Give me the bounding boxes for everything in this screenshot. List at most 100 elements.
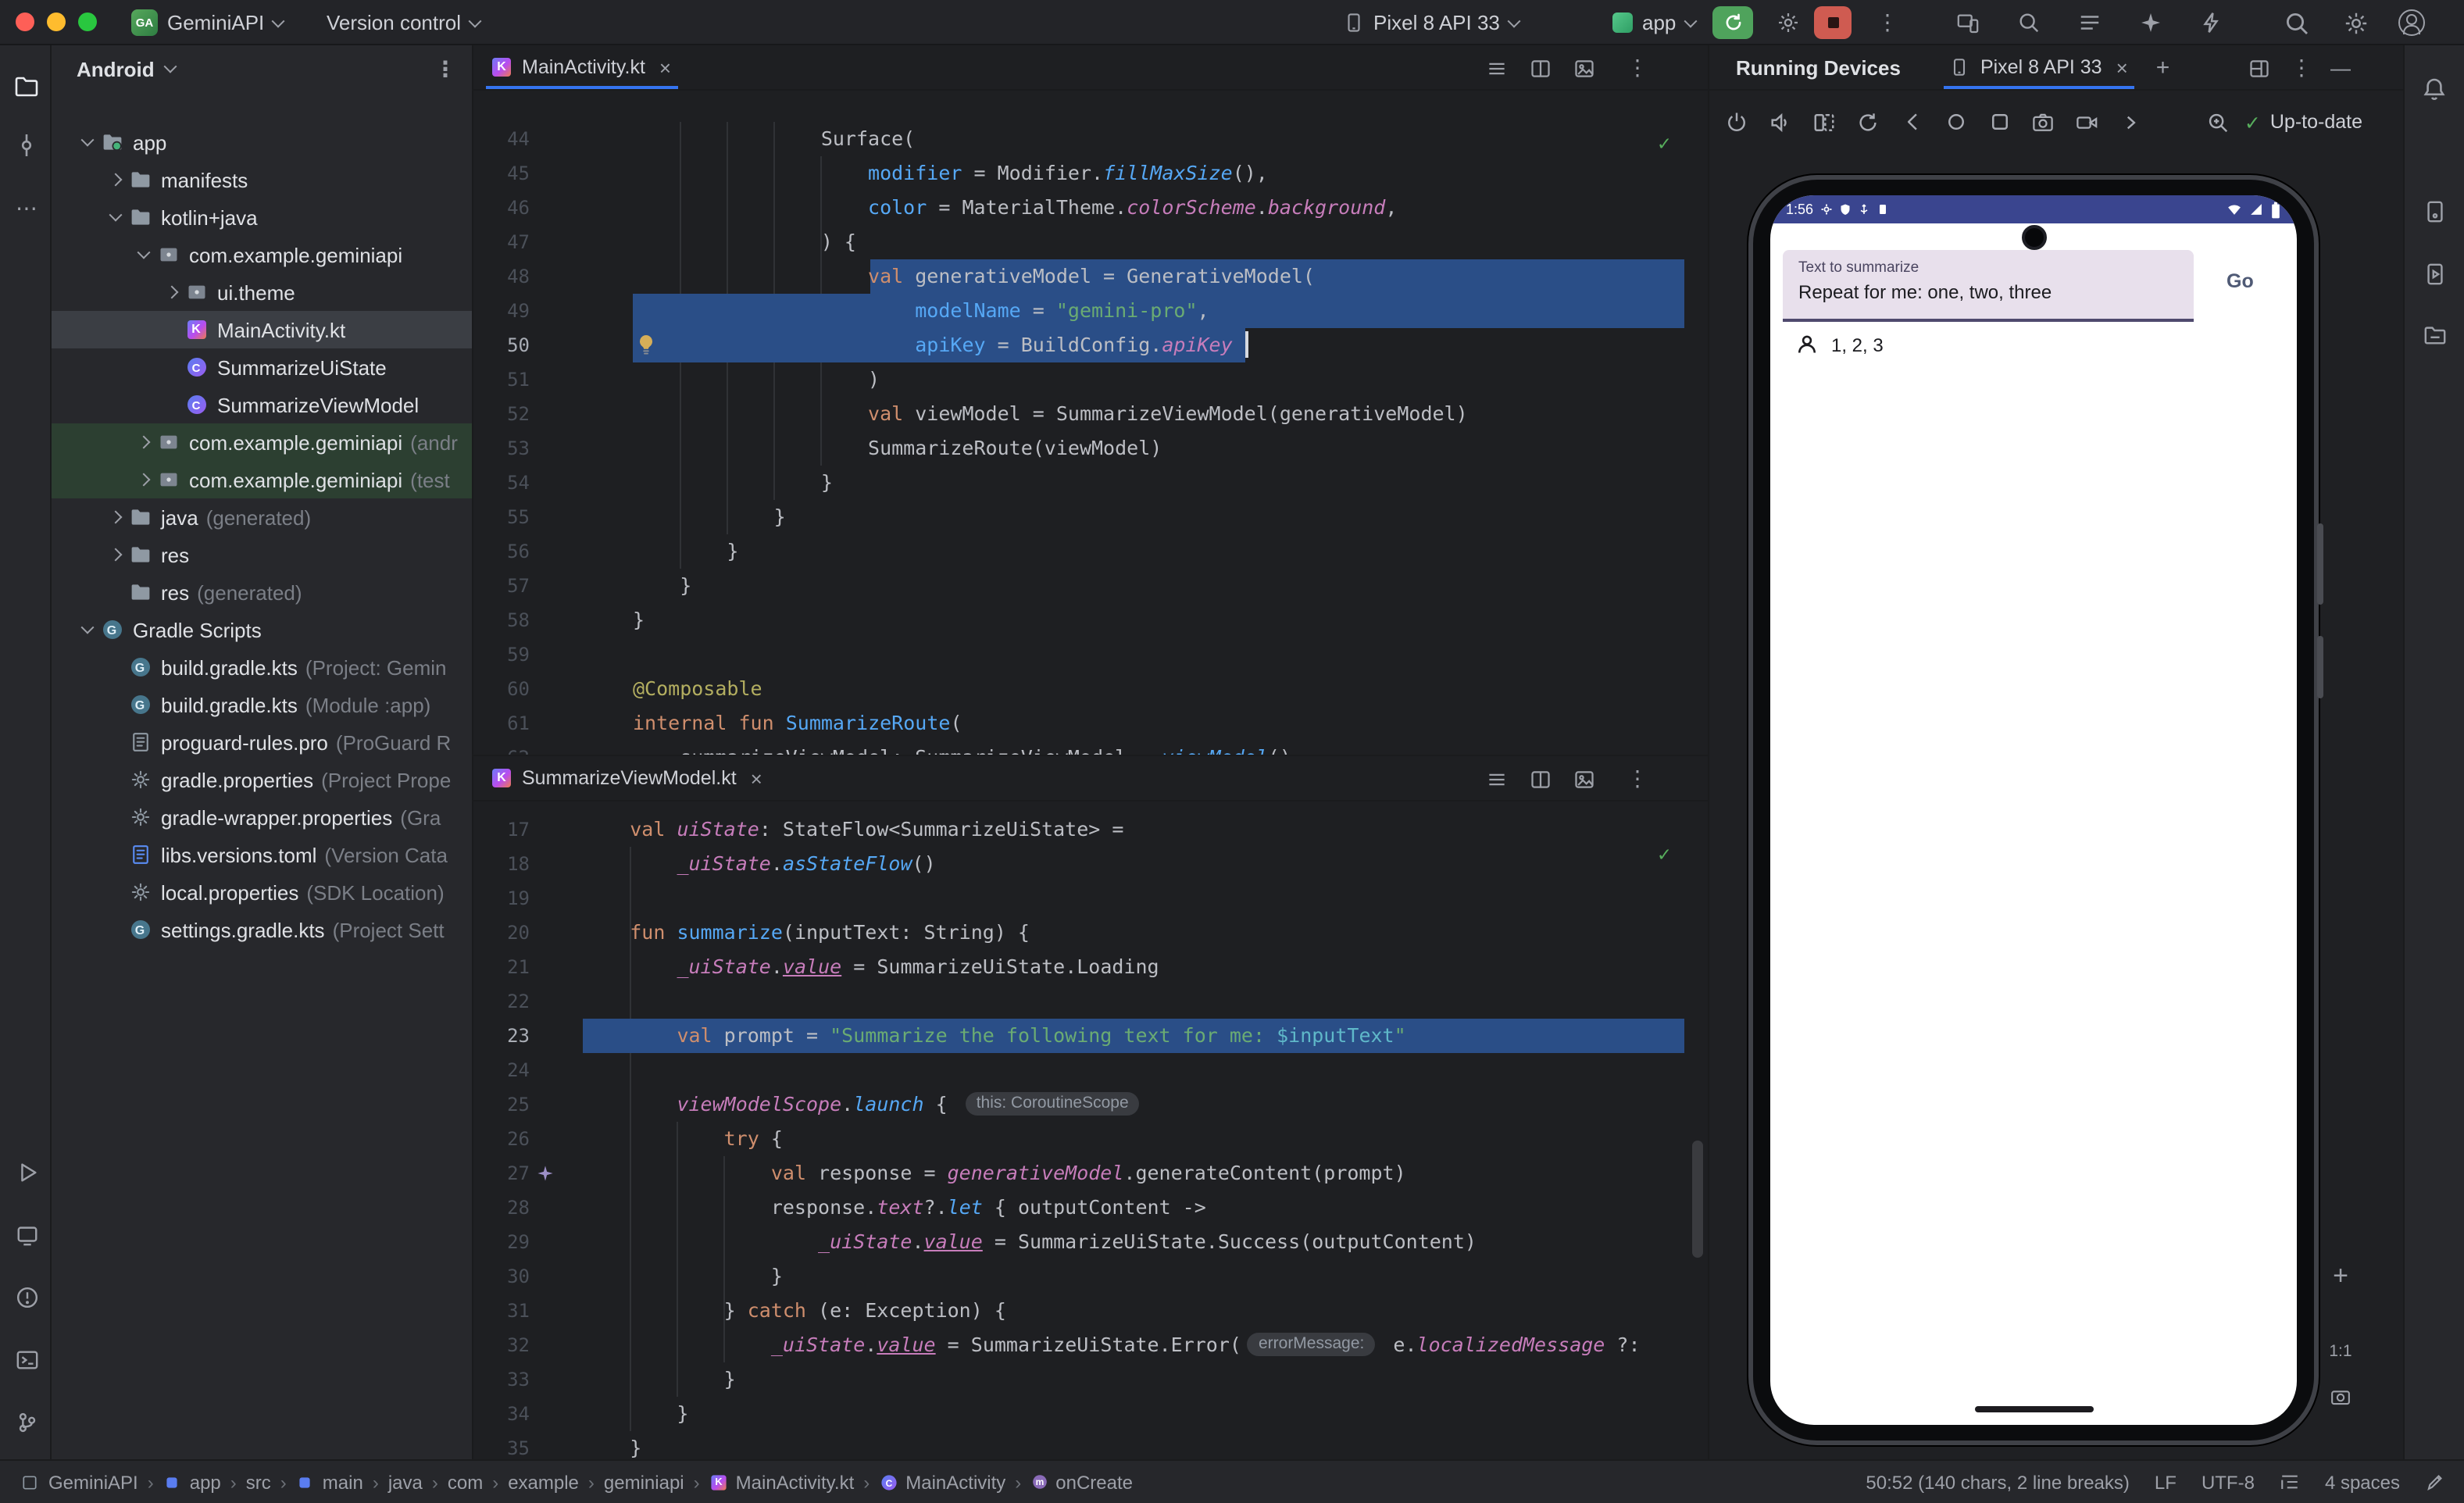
code-line-32[interactable]: 32 _uiState.value = SummarizeUiState.Err… [473, 1328, 1689, 1362]
chevron-right-icon[interactable] [102, 175, 128, 184]
line-number[interactable]: 30 [473, 1259, 530, 1294]
code-line-53[interactable]: 53 SummarizeRoute(viewModel) [473, 431, 1689, 466]
line-number[interactable]: 22 [473, 984, 530, 1019]
record-icon[interactable] [2073, 109, 2100, 135]
chevron-right-icon[interactable] [130, 475, 156, 484]
line-number[interactable]: 49 [473, 294, 530, 328]
panel-more-icon[interactable]: ⋮ [2284, 45, 2319, 91]
project-folder-icon[interactable] [11, 70, 42, 102]
home-icon[interactable] [1942, 109, 1969, 135]
code-line-20[interactable]: 20 fun summarize(inputText: String) { [473, 916, 1689, 950]
search-actions-icon[interactable] [2009, 0, 2047, 45]
editor-more-icon[interactable]: ⋮ [1620, 756, 1655, 801]
tree-item-gradle-properties[interactable]: gradle.properties(Project Prope [52, 761, 472, 798]
code-line-26[interactable]: 26 try { [473, 1122, 1689, 1156]
device-explorer-icon[interactable] [2419, 319, 2450, 350]
code-line-62[interactable]: 62 summarizeViewModel: SummarizeViewMode… [473, 741, 1689, 755]
tree-item-summarizeuistate[interactable]: CSummarizeUiState [52, 348, 472, 386]
line-number[interactable]: 48 [473, 259, 530, 294]
line-number[interactable]: 34 [473, 1397, 530, 1431]
zoom-window-button[interactable] [78, 12, 97, 31]
layout-options-icon[interactable] [2242, 45, 2277, 91]
line-number[interactable]: 60 [473, 672, 530, 706]
code-line-35[interactable]: 35 } [473, 1431, 1689, 1459]
gear-icon[interactable] [1769, 0, 1806, 45]
device-screen[interactable]: 1:56 Text to summarize Repeat for me: on… [1770, 195, 2297, 1425]
intention-bulb-icon[interactable] [636, 333, 656, 358]
running-devices-icon[interactable] [2419, 258, 2450, 289]
tree-item-kotlin-java[interactable]: kotlin+java [52, 198, 472, 236]
code-line-57[interactable]: 57 } [473, 569, 1689, 603]
search-everywhere-icon[interactable] [2278, 0, 2316, 45]
volume-icon[interactable] [1767, 109, 1794, 135]
tree-item-build-gradle-kts[interactable]: Gbuild.gradle.kts(Project: Gemin [52, 648, 472, 686]
code-line-23[interactable]: 23 val prompt = "Summarize the following… [473, 1019, 1689, 1053]
breadcrumb-item-oncreate[interactable]: monCreate [1030, 1471, 1133, 1493]
code-line-55[interactable]: 55 } [473, 500, 1689, 534]
breadcrumb-item-mainactivity[interactable]: CMainActivity [879, 1471, 1005, 1493]
chevron-right-icon[interactable] [130, 437, 156, 447]
line-number[interactable]: 52 [473, 397, 530, 431]
preview-image-icon[interactable] [1567, 45, 1602, 91]
line-number[interactable]: 35 [473, 1431, 530, 1459]
line-number[interactable]: 45 [473, 156, 530, 191]
line-number[interactable]: 56 [473, 534, 530, 569]
encoding-widget[interactable]: UTF-8 [2202, 1471, 2255, 1493]
tree-item-summarizeviewmodel[interactable]: CSummarizeViewModel [52, 386, 472, 423]
inspections-check-icon[interactable]: ✓ [1658, 128, 1670, 162]
code-line-25[interactable]: 25 viewModelScope.launch { this: Corouti… [473, 1087, 1689, 1122]
overview-icon[interactable] [1986, 109, 2012, 135]
run-configuration-selector[interactable]: app [1612, 0, 1694, 45]
code-line-49[interactable]: 49 modelName = "gemini-pro", [473, 294, 1689, 328]
line-number[interactable]: 57 [473, 569, 530, 603]
list-icon[interactable] [1480, 45, 1514, 91]
line-number[interactable]: 46 [473, 191, 530, 225]
breadcrumb-item-app[interactable]: app [163, 1471, 221, 1493]
line-number[interactable]: 32 [473, 1328, 530, 1362]
tree-item-java[interactable]: java(generated) [52, 498, 472, 536]
line-number[interactable]: 59 [473, 637, 530, 672]
minimize-panel-icon[interactable]: — [2323, 45, 2358, 91]
code-line-31[interactable]: 31 } catch (e: Exception) { [473, 1294, 1689, 1328]
code-line-45[interactable]: 45 modifier = Modifier.fillMaxSize(), [473, 156, 1689, 191]
line-number[interactable]: 61 [473, 706, 530, 741]
code-line-17[interactable]: 17 val uiState: StateFlow<SummarizeUiSta… [473, 812, 1689, 847]
fold-icon[interactable] [1811, 109, 1837, 135]
chevron-right-icon[interactable] [102, 550, 128, 559]
gemini-sparkle-icon[interactable] [2131, 0, 2169, 45]
write-access-pen-icon[interactable] [2425, 1472, 2445, 1492]
code-line-24[interactable]: 24 [473, 1053, 1689, 1087]
minimize-window-button[interactable] [47, 12, 66, 31]
tab-summarizeviewmodel[interactable]: K SummarizeViewModel.kt × [473, 756, 781, 800]
code-line-48[interactable]: 48 val generativeModel = GenerativeModel… [473, 259, 1689, 294]
chevron-more-icon[interactable] [2117, 109, 2144, 135]
zoom-in-button[interactable]: + [2325, 1261, 2356, 1292]
editor-scrollbar[interactable] [1692, 1141, 1703, 1258]
code-line-27[interactable]: 27 val response = generativeModel.genera… [473, 1156, 1689, 1191]
stop-button[interactable] [1814, 6, 1852, 39]
tree-item-manifests[interactable]: manifests [52, 161, 472, 198]
code-line-47[interactable]: 47 ) { [473, 225, 1689, 259]
code-line-29[interactable]: 29 _uiState.value = SummarizeUiState.Suc… [473, 1225, 1689, 1259]
device-manager-icon[interactable] [2419, 195, 2450, 227]
screenshot-icon[interactable] [2030, 109, 2056, 135]
chevron-right-icon[interactable] [102, 512, 128, 522]
tab-mainactivity[interactable]: K MainActivity.kt × [473, 45, 690, 89]
zoom-reset-button[interactable]: 1:1 [2325, 1342, 2356, 1361]
tree-item-gradle-scripts[interactable]: GGradle Scripts [52, 611, 472, 648]
line-number[interactable]: 24 [473, 1053, 530, 1087]
editor-more-icon[interactable]: ⋮ [1620, 45, 1655, 91]
line-number[interactable]: 21 [473, 950, 530, 984]
tree-item-com-example-geminiapi[interactable]: com.example.geminiapi(andr [52, 423, 472, 461]
rotate-icon[interactable] [1855, 109, 1881, 135]
line-number[interactable]: 47 [473, 225, 530, 259]
line-number[interactable]: 19 [473, 881, 530, 916]
line-separator-widget[interactable]: LF [2155, 1471, 2177, 1493]
more-tool-windows-icon[interactable]: ⋯ [11, 192, 42, 223]
line-number[interactable]: 26 [473, 1122, 530, 1156]
panel-options-icon[interactable]: ⋮ [434, 55, 456, 82]
code-editor-summarizeviewmodel[interactable]: 17 val uiState: StateFlow<SummarizeUiSta… [473, 801, 1708, 1459]
breadcrumb-item-example[interactable]: example [508, 1471, 579, 1493]
run-button[interactable] [1712, 6, 1753, 39]
line-number[interactable]: 25 [473, 1087, 530, 1122]
